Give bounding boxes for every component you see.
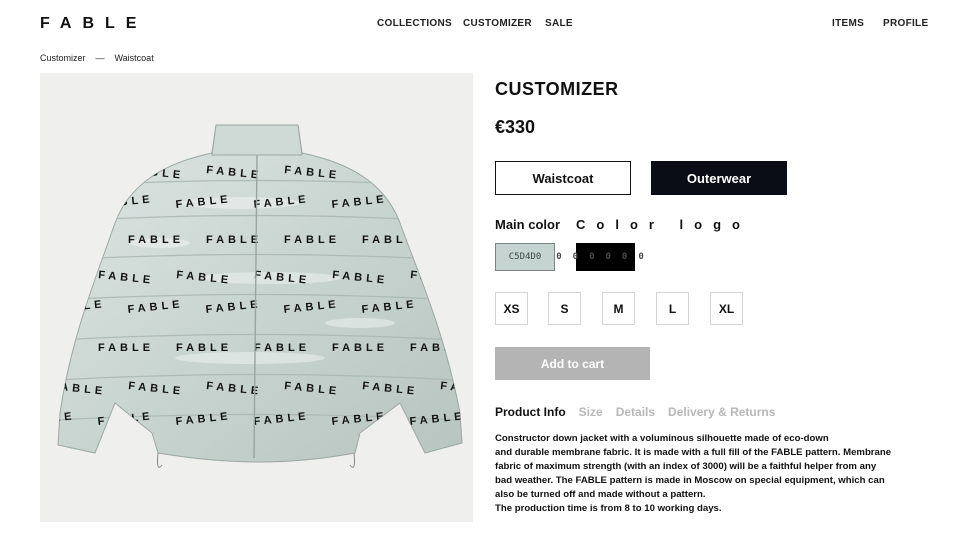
logo-color-label: Color logo: [576, 217, 751, 232]
type-waistcoat-button[interactable]: Waistcoat: [495, 161, 631, 195]
jacket-pattern-text: FABLE: [206, 234, 262, 246]
breadcrumb-separator: —: [95, 53, 105, 63]
description-line: and durable membrane fabric. It is made …: [495, 447, 892, 458]
tab-product-info[interactable]: Product Info: [495, 405, 566, 420]
jacket-pattern-text: FABLE: [362, 164, 419, 182]
description-line: bad weather. The FABLE pattern is made i…: [495, 475, 885, 486]
jacket-pattern-text: FABLE: [128, 234, 184, 246]
brand-logo[interactable]: FABLE: [40, 16, 147, 32]
nav-customizer[interactable]: CUSTOMIZER: [463, 18, 532, 30]
main-color-swatch[interactable]: C5D4D0: [495, 243, 555, 271]
jacket-pattern-text: FABLE: [439, 298, 473, 316]
jacket-pattern-text: FABLE: [284, 234, 340, 246]
jacket-pattern-text: FABLE: [50, 164, 107, 182]
description-line: also be turned off and made without a pa…: [495, 489, 706, 500]
type-outerwear-button[interactable]: Outerwear: [651, 161, 787, 195]
breadcrumb-current[interactable]: Waistcoat: [115, 52, 154, 64]
breadcrumb-root[interactable]: Customizer: [40, 52, 86, 64]
jacket-pattern-text: FABLE: [410, 132, 466, 144]
jacket-pattern-text: FABLE: [409, 193, 466, 211]
jacket-pattern-text: FABLE: [440, 164, 473, 182]
main-color-label: Main color: [495, 217, 561, 232]
breadcrumb: Customizer — Waistcoat: [40, 52, 154, 64]
jacket-pattern-text: FABLE: [40, 115, 74, 144]
nav-sale[interactable]: SALE: [545, 18, 573, 30]
puffer-jacket-image: FABLE FABLE FABLE FABLE FABLE FABLE FABLE FABLE…: [40, 115, 473, 468]
nav-collections[interactable]: COLLECTIONS: [377, 18, 452, 30]
logo-color-swatch[interactable]: 000000: [556, 243, 644, 271]
product-image: FABLE FABLE FABLE FABLE FABLE FABLE FABLE FABLE…: [40, 73, 473, 522]
jacket-pattern-text: FABLE: [362, 234, 418, 246]
site-header: FABLE COLLECTIONS CUSTOMIZER SALE ITEMS …: [0, 0, 960, 48]
jacket-pattern-text: FABLE: [40, 325, 74, 354]
description-line: The production time is from 8 to 10 work…: [495, 503, 722, 514]
jacket-pattern-text: FABLE: [50, 234, 106, 246]
size-option-s[interactable]: S: [548, 292, 581, 325]
product-price: €330: [495, 117, 536, 137]
jacket-pattern-text: FABLE: [176, 342, 232, 354]
size-option-m[interactable]: M: [602, 292, 635, 325]
jacket-pattern-text: FABLE: [40, 193, 76, 211]
nav-profile[interactable]: PROFILE: [883, 18, 928, 30]
size-option-xs[interactable]: XS: [495, 292, 528, 325]
jacket-pattern-text: FABLE: [40, 258, 75, 281]
product-tabs: Product Info Size Details Delivery & Ret…: [495, 405, 775, 420]
tab-delivery-returns[interactable]: Delivery & Returns: [668, 405, 775, 420]
jacket-pattern-text: FABLE: [98, 342, 154, 354]
nav-items[interactable]: ITEMS: [832, 18, 864, 30]
description-line: Constructor down jacket with a voluminou…: [495, 433, 829, 444]
page-title: CUSTOMIZER: [495, 79, 619, 99]
jacket-pattern-text: FABLE: [410, 342, 466, 354]
jacket-collar: [211, 124, 303, 156]
add-to-cart-button[interactable]: Add to cart: [495, 347, 650, 380]
jacket-pattern-text: FABLE: [440, 234, 473, 246]
jacket-pattern-text: FABLE: [98, 132, 154, 144]
jacket-pattern-text: FABLE: [332, 132, 388, 144]
tab-size[interactable]: Size: [579, 405, 603, 420]
size-option-xl[interactable]: XL: [710, 292, 743, 325]
jacket-pattern-text: FABLE: [254, 342, 310, 354]
tab-details[interactable]: Details: [616, 405, 655, 420]
product-description: Constructor down jacket with a voluminou…: [495, 432, 900, 516]
jacket-pattern-text: FABLE: [332, 342, 388, 354]
size-option-l[interactable]: L: [656, 292, 689, 325]
description-line: fabric of maximum strength (with an inde…: [495, 461, 877, 472]
